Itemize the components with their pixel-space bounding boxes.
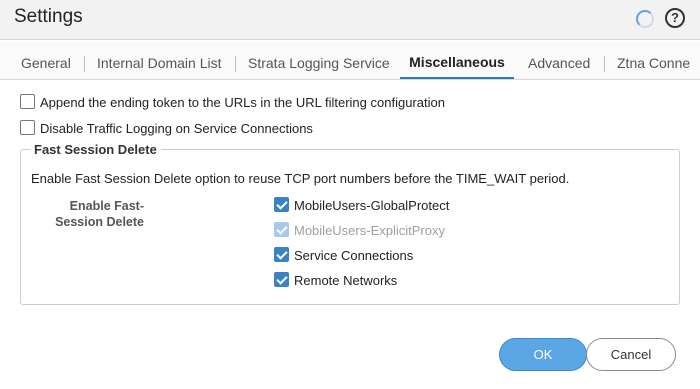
disable-logging-label[interactable]: Disable Traffic Logging on Service Conne… xyxy=(40,121,313,136)
tab-strata-logging-service[interactable]: Strata Logging Service xyxy=(248,41,390,79)
disable-logging-checkbox[interactable] xyxy=(20,120,35,135)
loading-spinner-icon xyxy=(636,10,654,28)
fast-session-description: Enable Fast Session Delete option to reu… xyxy=(31,171,570,186)
globalprotect-label[interactable]: MobileUsers-GlobalProtect xyxy=(294,198,449,213)
remote-networks-checkbox[interactable] xyxy=(274,272,289,287)
remote-networks-label[interactable]: Remote Networks xyxy=(294,273,397,288)
fast-session-delete-legend: Fast Session Delete xyxy=(30,142,161,157)
service-connections-checkbox[interactable] xyxy=(274,247,289,262)
tab-separator xyxy=(604,56,605,72)
globalprotect-checkbox[interactable] xyxy=(274,197,289,212)
dialog-title: Settings xyxy=(14,6,83,27)
append-token-label[interactable]: Append the ending token to the URLs in t… xyxy=(40,95,445,110)
explicitproxy-label: MobileUsers-ExplicitProxy xyxy=(294,223,445,238)
tab-separator xyxy=(84,56,85,72)
service-connections-label[interactable]: Service Connections xyxy=(294,248,413,263)
tab-advanced[interactable]: Advanced xyxy=(528,41,590,79)
cancel-button[interactable]: Cancel xyxy=(586,338,676,371)
enable-fast-session-label: Enable Fast-Session Delete xyxy=(55,199,144,229)
ok-button[interactable]: OK xyxy=(499,338,587,371)
tab-general[interactable]: General xyxy=(21,41,71,79)
tab-ztna-connector[interactable]: Ztna Conne xyxy=(617,41,690,79)
tab-miscellaneous[interactable]: Miscellaneous xyxy=(400,41,514,79)
dialog-titlebar: Settings ? xyxy=(0,0,700,40)
tab-internal-domain-list[interactable]: Internal Domain List xyxy=(97,41,222,79)
explicitproxy-checkbox xyxy=(274,222,289,237)
append-token-checkbox[interactable] xyxy=(20,94,35,109)
help-icon[interactable]: ? xyxy=(665,8,685,28)
tab-separator xyxy=(235,56,236,72)
tab-bar: General Internal Domain List Strata Logg… xyxy=(0,41,700,80)
